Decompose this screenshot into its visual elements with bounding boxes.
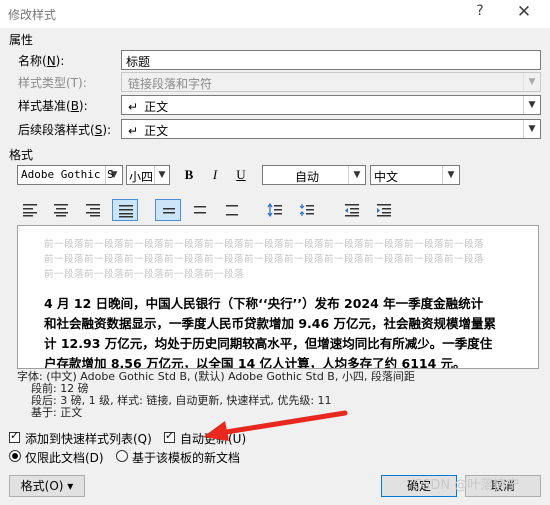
name-label: 名称(N): xyxy=(18,54,65,68)
language-select[interactable]: 中文 ▼ xyxy=(370,165,460,185)
title-bar: 修改样式 ? ✕ xyxy=(0,0,550,28)
preview-previous-paragraph: 前一段落前一段落前一段落前一段落前一段落 xyxy=(44,269,245,280)
chevron-down-icon: ▾ xyxy=(67,479,74,493)
space-before-increase-button[interactable] xyxy=(262,199,288,221)
next-style-select[interactable]: ↵ 正文 ▼ xyxy=(121,119,541,139)
align-justify-icon xyxy=(119,205,133,218)
watermark: CSDN @叶落情宁 xyxy=(413,478,520,493)
only-this-document-radio[interactable] xyxy=(9,450,21,462)
preview-sample-text: 4 月 12 日晚间，中国人民银行（下称‘‘央行’’）发布 2024 年一季度金… xyxy=(44,294,534,369)
decrease-indent-icon xyxy=(345,204,359,217)
name-input[interactable]: 标题 xyxy=(121,50,541,70)
chevron-down-icon: ▼ xyxy=(523,120,540,138)
help-button[interactable]: ? xyxy=(472,3,488,19)
increase-indent-icon xyxy=(377,204,391,217)
align-center-icon xyxy=(54,204,68,217)
add-quick-style-checkbox[interactable]: ✓ xyxy=(9,429,20,443)
space-before-decrease-button[interactable] xyxy=(294,199,320,221)
line-spacing-onehalf-icon xyxy=(194,206,206,214)
chevron-down-icon: ▼ xyxy=(105,166,122,184)
format-menu-button[interactable]: 格式(O) ▾ xyxy=(9,475,85,497)
increase-indent-button[interactable] xyxy=(371,199,397,221)
annotation-arrow-icon xyxy=(203,410,348,441)
chevron-down-icon: ▼ xyxy=(523,73,540,91)
align-left-icon xyxy=(23,204,37,217)
only-this-document-label[interactable]: 仅限此文档(D) xyxy=(25,449,104,466)
add-quick-style-label[interactable]: 添加到快速样式列表(Q) xyxy=(25,430,152,447)
close-button[interactable]: ✕ xyxy=(514,2,534,22)
preview-sample-line: 户存款增加 8.56 万亿元，以全国 14 亿人计算，人均多存了约 6114 元… xyxy=(44,356,466,369)
template-documents-radio[interactable] xyxy=(116,450,128,462)
style-preview: 前一段落前一段落前一段落前一段落前一段落前一段落前一段落前一段落前一段落前一段落… xyxy=(17,225,539,369)
based-on-label: 样式基准(B): xyxy=(18,99,88,113)
chevron-down-icon: ▼ xyxy=(154,166,169,184)
align-right-icon xyxy=(86,204,100,217)
align-left-button[interactable] xyxy=(17,199,43,221)
chevron-down-icon: ▼ xyxy=(348,166,365,184)
paragraph-style-icon: ↵ xyxy=(128,100,139,114)
template-documents-label[interactable]: 基于该模板的新文档 xyxy=(132,449,240,466)
window-title: 修改样式 xyxy=(8,8,57,22)
decrease-indent-button[interactable] xyxy=(339,199,365,221)
line-spacing-single-button[interactable] xyxy=(155,199,181,221)
align-right-button[interactable] xyxy=(80,199,106,221)
chevron-down-icon: ▼ xyxy=(523,96,540,114)
space-after-icon xyxy=(299,204,314,216)
space-before-icon xyxy=(267,203,282,217)
properties-section-label: 属性 xyxy=(9,33,34,47)
chevron-down-icon: ▼ xyxy=(442,166,459,184)
paragraph-style-icon: ↵ xyxy=(128,124,139,138)
preview-previous-paragraph: 前一段落前一段落前一段落前一段落前一段落前一段落前一段落前一段落前一段落前一段落… xyxy=(44,239,485,250)
checkmark-icon: ✓ xyxy=(10,429,20,442)
format-section-label: 格式 xyxy=(9,148,34,162)
preview-sample-line: 和社会融资数据显示，一季度人民币贷款增加 9.46 万亿元，社会融资规模增量累 xyxy=(44,316,497,331)
checkmark-icon: ✓ xyxy=(165,429,175,442)
preview-sample-line: 计 12.93 万亿元，均处于历史同期较高水平，但增速均同比有所减少。一季度住 xyxy=(44,336,493,351)
based-on-select[interactable]: ↵ 正文 ▼ xyxy=(121,95,541,115)
line-spacing-single-icon xyxy=(163,208,175,214)
underline-button[interactable]: U xyxy=(230,165,252,185)
style-type-label: 样式类型(T): xyxy=(18,76,87,90)
style-type-select: 链接段落和字符 ▼ xyxy=(121,72,541,92)
italic-button[interactable]: I xyxy=(204,165,226,185)
font-select[interactable]: Adobe Gothic S ▼ xyxy=(17,165,123,185)
align-center-button[interactable] xyxy=(48,199,74,221)
line-spacing-double-icon xyxy=(226,205,238,216)
bold-button[interactable]: B xyxy=(178,165,200,185)
next-style-label: 后续段落样式(S): xyxy=(18,123,112,137)
auto-update-checkbox[interactable]: ✓ xyxy=(164,429,175,443)
line-spacing-onehalf-button[interactable] xyxy=(187,199,213,221)
preview-sample-line: 4 月 12 日晚间，中国人民银行（下称‘‘央行’’）发布 2024 年一季度金… xyxy=(44,296,484,311)
preview-previous-paragraph: 前一段落前一段落前一段落前一段落前一段落前一段落前一段落前一段落前一段落前一段落… xyxy=(44,254,485,265)
line-spacing-double-button[interactable] xyxy=(219,199,245,221)
font-size-select[interactable]: 小四 ▼ xyxy=(126,165,170,185)
align-justify-button[interactable] xyxy=(112,199,138,221)
font-color-select[interactable]: 自动 ▼ xyxy=(262,165,366,185)
